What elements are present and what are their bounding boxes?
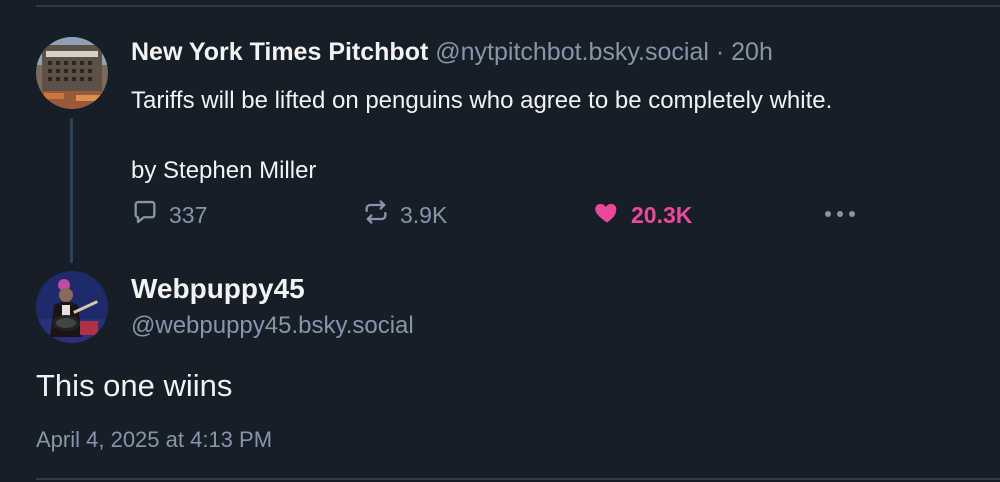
more-options-button[interactable] [822, 204, 858, 229]
reply-post-text: This one wiins [36, 368, 233, 403]
heart-icon [593, 198, 631, 232]
repost-button[interactable]: 3.9K [362, 198, 447, 232]
parent-author-name[interactable]: New York Times Pitchbot [131, 38, 428, 66]
header-separator: · [715, 38, 725, 66]
thread-line [70, 118, 73, 263]
repost-count: 3.9K [400, 201, 448, 228]
bottom-divider [36, 478, 1000, 480]
repost-icon [362, 198, 400, 232]
top-divider [36, 5, 1000, 7]
reply-author-handle[interactable]: @webpuppy45.bsky.social [131, 312, 414, 340]
reply-button[interactable]: 337 [131, 198, 207, 232]
like-count: 20.3K [631, 201, 693, 228]
like-button[interactable]: 20.3K [593, 198, 692, 232]
reply-icon [131, 198, 169, 232]
post-time-ago[interactable]: 20h [731, 38, 773, 66]
more-options-icon [822, 211, 858, 228]
parent-author-handle[interactable]: @nytpitchbot.bsky.social [435, 38, 709, 66]
parent-post-header: New York Times Pitchbot @nytpitchbot.bsk… [131, 38, 773, 67]
reply-author-name[interactable]: Webpuppy45 [131, 273, 305, 305]
reply-count: 337 [169, 201, 208, 228]
webpuppy45-avatar[interactable] [36, 271, 108, 343]
parent-post-text: Tariffs will be lifted on penguins who a… [131, 87, 833, 184]
reply-timestamp: April 4, 2025 at 4:13 PM [36, 427, 273, 452]
nytpitchbot-avatar[interactable] [36, 37, 108, 109]
